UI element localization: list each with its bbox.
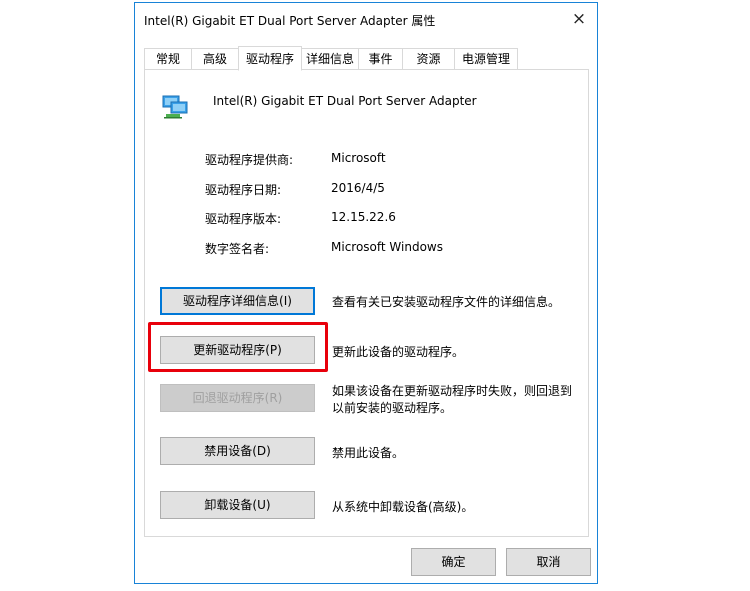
tab-resources[interactable]: 资源 xyxy=(402,48,455,69)
provider-value: Microsoft xyxy=(331,151,386,165)
tab-events[interactable]: 事件 xyxy=(358,48,403,69)
provider-label: 驱动程序提供商: xyxy=(205,153,294,167)
update-driver-button[interactable]: 更新驱动程序(P) xyxy=(160,336,315,364)
properties-dialog: Intel(R) Gigabit ET Dual Port Server Ada… xyxy=(134,2,598,584)
driver-tab-panel: Intel(R) Gigabit ET Dual Port Server Ada… xyxy=(144,69,589,537)
tab-general[interactable]: 常规 xyxy=(144,48,192,69)
rollback-driver-button: 回退驱动程序(R) xyxy=(160,384,315,412)
tab-details[interactable]: 详细信息 xyxy=(301,48,359,69)
date-value: 2016/4/5 xyxy=(331,181,385,195)
uninstall-device-button[interactable]: 卸载设备(U) xyxy=(160,491,315,519)
disable-device-button[interactable]: 禁用设备(D) xyxy=(160,437,315,465)
signer-label: 数字签名者: xyxy=(205,242,270,256)
tab-driver[interactable]: 驱动程序 xyxy=(238,46,302,71)
signer-value: Microsoft Windows xyxy=(331,240,443,254)
dialog-title: Intel(R) Gigabit ET Dual Port Server Ada… xyxy=(144,14,436,28)
tab-power-management[interactable]: 电源管理 xyxy=(454,48,518,69)
cancel-button[interactable]: 取消 xyxy=(506,548,591,576)
ok-button[interactable]: 确定 xyxy=(411,548,496,576)
version-value: 12.15.22.6 xyxy=(331,210,396,224)
disable-device-desc: 禁用此设备。 xyxy=(332,446,405,460)
update-driver-desc: 更新此设备的驱动程序。 xyxy=(332,345,465,359)
rollback-driver-desc: 如果该设备在更新驱动程序时失败，则回退到以前安装的驱动程序。 xyxy=(332,384,573,415)
tab-advanced[interactable]: 高级 xyxy=(191,48,239,69)
uninstall-device-desc: 从系统中卸载设备(高级)。 xyxy=(332,500,474,514)
date-label: 驱动程序日期: xyxy=(205,183,282,197)
driver-details-desc: 查看有关已安装驱动程序文件的详细信息。 xyxy=(332,295,561,309)
title-bar[interactable]: Intel(R) Gigabit ET Dual Port Server Ada… xyxy=(135,3,597,35)
device-name: Intel(R) Gigabit ET Dual Port Server Ada… xyxy=(213,94,477,108)
network-adapter-icon xyxy=(162,95,188,119)
driver-details-button[interactable]: 驱动程序详细信息(I) xyxy=(160,287,315,315)
version-label: 驱动程序版本: xyxy=(205,212,282,226)
close-icon[interactable]: × xyxy=(569,9,589,29)
